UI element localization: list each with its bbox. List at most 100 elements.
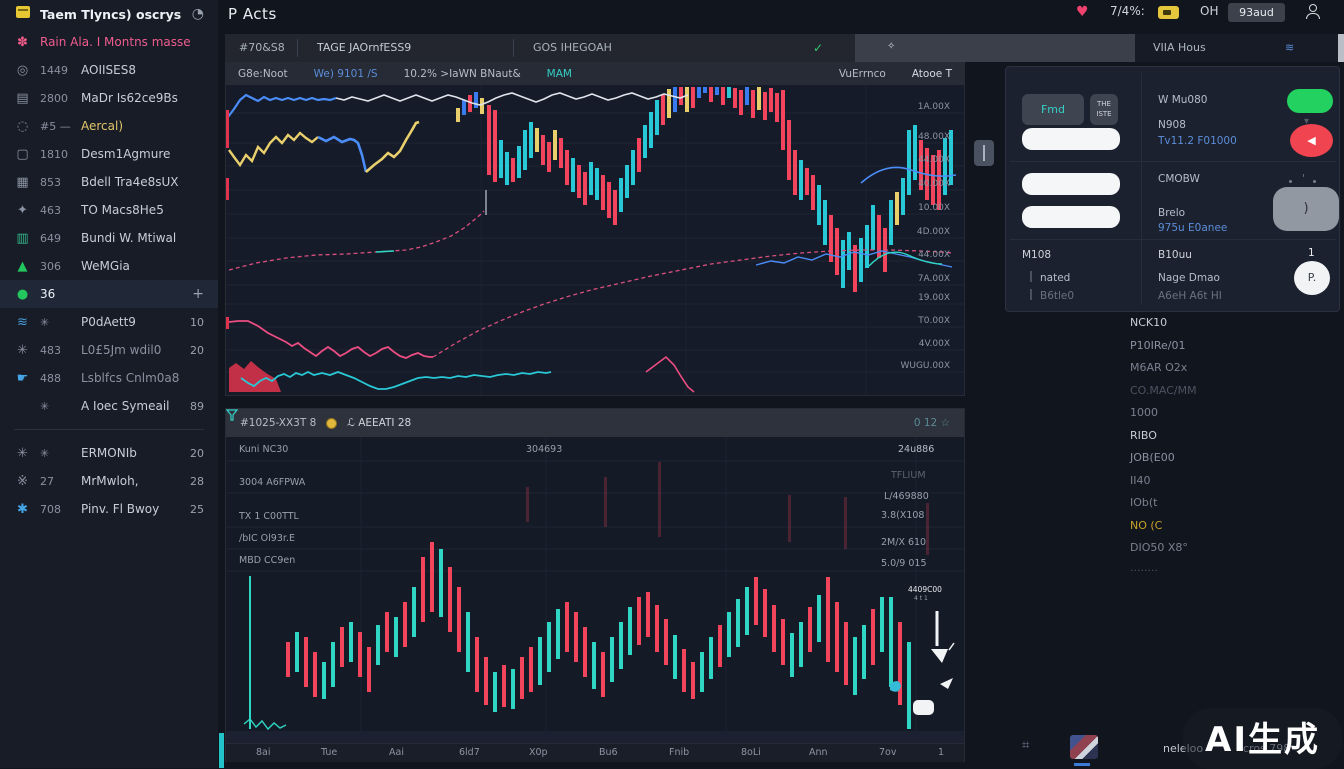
quantity-input[interactable] (1022, 206, 1120, 228)
keyboard-icon[interactable]: ⌗ (1022, 738, 1029, 753)
y-axis-label: 1A.00X (918, 102, 950, 112)
chart2-pair[interactable]: ℒ AEEATI 28 (347, 417, 411, 429)
add-button[interactable]: + (192, 286, 204, 302)
buy-button[interactable] (1287, 89, 1333, 113)
user-avatar-icon[interactable] (1306, 4, 1320, 19)
item-icon: ▦ (14, 175, 31, 190)
sidebar-item[interactable]: ▢1810Desm1Agmure (0, 140, 218, 168)
sidebar-item[interactable]: Taem Tlyncs) oscrys ◔ (0, 0, 218, 28)
item-icon: ✱ (14, 502, 31, 517)
sidebar-item[interactable]: ✳✳ERMONIb20 (0, 439, 218, 467)
panel-label: B10uu (1158, 249, 1192, 261)
mode-item[interactable]: Atooe T (912, 68, 952, 80)
tab-3[interactable]: GOS IHEGOAH (533, 34, 612, 62)
panel-link[interactable]: 975u E0anee (1158, 222, 1227, 234)
watchlist-item[interactable]: JOB(E00 (1130, 451, 1330, 474)
watchlist-item[interactable]: DIO50 X8° (1130, 541, 1330, 564)
toolbar-item-4[interactable]: MAM (547, 68, 572, 80)
confirm-button[interactable]: ) (1273, 187, 1339, 231)
item-number: 483 (40, 344, 72, 357)
item-number: 488 (40, 372, 72, 385)
item-label: Rain Ala. I Montns masse (40, 35, 204, 49)
sidebar-item[interactable]: ▦853Bdell Tra4e8sUX (0, 168, 218, 196)
watchlist-item[interactable]: NO (C (1130, 519, 1330, 542)
grid-view-button[interactable]: THE ISTE (1090, 94, 1118, 125)
item-number: ✳ (40, 400, 72, 413)
x-axis-label: Fnib (669, 747, 689, 758)
watchlist-item[interactable]: RIBO (1130, 429, 1330, 452)
sidebar-item[interactable]: ✳ A Ioec Symeail 89 (0, 392, 218, 420)
x-axis-label: 6ld7 (459, 747, 480, 758)
sidebar-item[interactable]: ◎1449AOIISES8 (0, 56, 218, 84)
find-button[interactable]: Fmd (1022, 94, 1084, 125)
sell-button[interactable]: ◀ (1290, 124, 1333, 157)
right-panel-tab[interactable]: VIIA Hous ≋ (1135, 34, 1344, 62)
profile-button[interactable]: P. (1294, 261, 1330, 295)
sidebar-item[interactable]: ✽Rain Ala. I Montns masse (0, 28, 218, 56)
page-title: P Acts (228, 5, 277, 23)
scrollbar-handle[interactable] (974, 140, 994, 166)
watchlist-item[interactable]: P10IRe/01 (1130, 339, 1330, 362)
item-icon: ▤ (14, 91, 31, 106)
sidebar-item[interactable]: ≋✳P0dAett910 (0, 308, 218, 336)
chart2-id[interactable]: #1025-XX3T 8 (240, 417, 316, 429)
sidebar-item[interactable]: ▲306WeMGia (0, 252, 218, 280)
sidebar-item[interactable]: ✳483L0£5Jm wdil020 (0, 336, 218, 364)
x-axis-label: X0p (529, 747, 548, 758)
tab-2[interactable]: TAGE JAOrnfESS9 (317, 34, 411, 62)
heart-icon[interactable]: ♥ (1076, 4, 1089, 20)
trail-icon[interactable]: ◔ (192, 6, 204, 22)
secondary-chart-card: #1025-XX3T 8 ℒ AEEATI 28 0 12 ☆ Kuni NC3… (225, 408, 965, 762)
y-axis-label: 19.00X (918, 293, 950, 303)
watchlist-item[interactable]: NCK10 (1130, 316, 1330, 339)
sidebar-item[interactable]: ※27MrMwloh,28 (0, 467, 218, 495)
y-axis-label: 10.00X (918, 203, 950, 213)
toolbar-item-1[interactable]: G8e:Noot (238, 68, 288, 80)
watchlist-item[interactable]: ········ (1130, 564, 1330, 587)
sidebar-item[interactable]: ☛488Lsblfcs Cnlm0a8 (0, 364, 218, 392)
item-number: ✳ (40, 316, 72, 329)
stats-text: 7/4%: (1110, 4, 1145, 18)
funnel-icon[interactable] (226, 409, 238, 421)
item-label: Taem Tlyncs) oscrys (40, 7, 183, 22)
price-chart-area[interactable]: 1A.00X48.00X44.00X40.00X10.00X4D.00X44.0… (226, 85, 964, 395)
watchlist-item[interactable]: IOb(t (1130, 496, 1330, 519)
gallery-icon[interactable] (1070, 735, 1098, 759)
marker-sub: 4 t 1 (914, 595, 928, 602)
sidebar-item[interactable]: ▥649Bundi W. Mtiwal (0, 224, 218, 252)
item-label: A Ioec Symeail (81, 399, 181, 413)
right-tab-label[interactable]: VIIA Hous (1153, 34, 1206, 62)
item-number: 463 (40, 204, 72, 217)
item-label: Lsblfcs Cnlm0a8 (81, 371, 204, 385)
sidebar-item[interactable]: ✱708Pinv. Fl Bwoy25 (0, 495, 218, 523)
sidebar-item[interactable]: ◌#5 —Aercal) (0, 112, 218, 140)
price-input[interactable] (1022, 173, 1120, 195)
x-axis-label: 8oLi (741, 747, 761, 758)
yellow-line (229, 133, 318, 165)
watchlist-item[interactable]: CO.MAC/MM (1130, 384, 1330, 407)
topbar-button[interactable]: 93aud (1228, 3, 1285, 22)
sidebar-item[interactable]: ●36+ (0, 280, 218, 308)
settings-item[interactable]: VuErrnco (839, 68, 886, 80)
item-number: 27 (40, 475, 72, 488)
watchlist-item[interactable]: II40 (1130, 474, 1330, 497)
trade-panel: Fmd THE ISTE W Mu080 N908 Tv11.2 F01000 … (1005, 66, 1340, 312)
watchlist-item[interactable]: M6AR O2x (1130, 361, 1330, 384)
watchlist-item[interactable]: 1000 (1130, 406, 1330, 429)
item-badge: 89 (190, 400, 204, 413)
row-value: 304693 (526, 444, 562, 455)
panel-link[interactable]: Tv11.2 F01000 (1158, 135, 1237, 147)
amount-input[interactable] (1022, 128, 1120, 150)
toolbar-item-3[interactable]: 10.2% >IaWN BNaut& (404, 68, 521, 80)
tab-1[interactable]: #70&S8 (239, 34, 285, 62)
chart2-right-label[interactable]: 0 12 ☆ (914, 417, 950, 429)
white-line (336, 93, 688, 105)
camera-icon[interactable] (1158, 6, 1179, 19)
candle-chart-area[interactable]: Kuni NC30 304693 24u886 3004 A6FPWA TFLI… (226, 437, 964, 743)
panel-mark: ' (1302, 173, 1305, 185)
row-label: TX 1 C00TTL (239, 511, 299, 522)
sidebar-item[interactable]: ✦463TO Macs8He5 (0, 196, 218, 224)
toolbar-item-2[interactable]: We) 9101 /S (314, 68, 378, 80)
sidebar-item[interactable]: ▤2800MaDr Is62ce9Bs (0, 84, 218, 112)
y-axis-label: WUGU.00X (900, 361, 950, 371)
